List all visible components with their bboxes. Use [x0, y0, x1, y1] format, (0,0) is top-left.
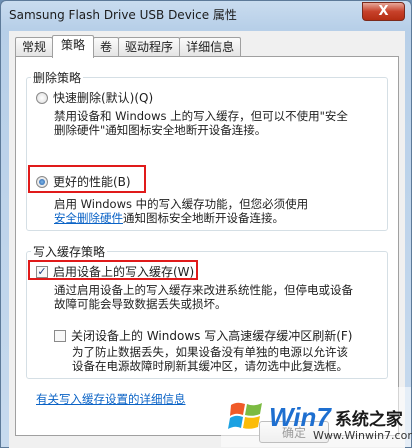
write-cache-policy-legend: 写入缓存策略: [33, 245, 106, 259]
tab-strip: 常规 策略 卷 驱动程序 详细信息: [15, 35, 242, 58]
enable-write-cache-label: 启用设备上的写入缓存(W): [53, 265, 195, 279]
site-watermark: Win7 系统之家 Www.Winwin7.com: [221, 387, 412, 447]
better-performance-description: 启用 Windows 中的写入缓存功能，但您必须使用 安全删除硬件通知图标安全地…: [54, 197, 394, 225]
properties-window: Samsung Flash Drive USB Device 属性 X 常规 策…: [0, 0, 412, 448]
enable-write-cache-desc-line2: 故障可能会导致数据丢失或损坏。: [54, 297, 227, 311]
tab-general[interactable]: 常规: [15, 37, 54, 57]
watermark-site-name: 系统之家: [334, 409, 403, 430]
enable-write-cache-option[interactable]: ✓ 启用设备上的写入缓存(W): [36, 263, 194, 280]
better-performance-label: 更好的性能(B): [53, 175, 131, 189]
tab-volume[interactable]: 卷: [93, 37, 120, 57]
quick-removal-description: 禁用设备和 Windows 上的写入缓存，但可以不使用"安全 删除硬件"通知图标…: [54, 109, 394, 137]
dialog-client-area: 常规 策略 卷 驱动程序 详细信息 删除策略 快速删除(默认)(Q) 禁用设备和…: [9, 31, 405, 448]
quick-removal-option[interactable]: 快速删除(默认)(Q): [36, 89, 153, 106]
better-performance-radio[interactable]: [36, 175, 48, 188]
windows-logo-icon: [227, 397, 267, 437]
removal-policy-legend: 删除策略: [33, 71, 82, 85]
tab-details[interactable]: 详细信息: [179, 37, 242, 57]
close-button[interactable]: X: [362, 2, 405, 21]
better-performance-desc-line2: 安全删除硬件通知图标安全地断开设备连接。: [54, 211, 394, 225]
enable-write-cache-desc-line1: 通过启用设备上的写入缓存来改进系统性能，但停电或设备: [54, 283, 353, 297]
watermark-brand: Win7: [269, 401, 331, 432]
better-performance-option[interactable]: 更好的性能(B): [36, 173, 131, 190]
disable-flush-option[interactable]: 关闭设备上的 Windows 写入高速缓存缓冲区刷新(F): [54, 327, 352, 344]
quick-removal-radio[interactable]: [36, 91, 48, 104]
safely-remove-hardware-link[interactable]: 安全删除硬件: [54, 211, 123, 225]
tab-policies[interactable]: 策略: [52, 35, 95, 58]
better-performance-desc-line1: 启用 Windows 中的写入缓存功能，但您必须使用: [54, 197, 309, 211]
disable-flush-desc-line1: 为了防止数据丢失，如果设备没有单独的电源以允许该: [72, 345, 348, 359]
quick-removal-desc-line2: 删除硬件"通知图标安全地断开设备连接。: [54, 123, 267, 137]
disable-flush-checkbox[interactable]: [54, 329, 66, 342]
better-performance-desc-tail: 通知图标安全地断开设备连接。: [123, 211, 284, 225]
write-cache-help-link[interactable]: 有关写入缓存设置的详细信息: [36, 391, 186, 407]
window-title: Samsung Flash Drive USB Device 属性: [9, 7, 237, 22]
enable-write-cache-description: 通过启用设备上的写入缓存来改进系统性能，但停电或设备 故障可能会导致数据丢失或损…: [54, 283, 394, 311]
enable-write-cache-checkbox[interactable]: ✓: [36, 265, 48, 278]
disable-flush-description: 为了防止数据丢失，如果设备没有单独的电源以允许该 设备在电源故障时刷新其缓冲区，…: [72, 345, 394, 373]
quick-removal-label: 快速删除(默认)(Q): [53, 91, 154, 105]
policies-panel: 删除策略 快速删除(默认)(Q) 禁用设备和 Windows 上的写入缓存，但可…: [15, 56, 399, 436]
watermark-url: Www.Winwin7.com: [313, 429, 412, 442]
tab-driver[interactable]: 驱动程序: [118, 37, 181, 57]
close-icon: X: [378, 4, 389, 19]
quick-removal-desc-line1: 禁用设备和 Windows 上的写入缓存，但可以不使用"安全: [54, 109, 348, 123]
disable-flush-label: 关闭设备上的 Windows 写入高速缓存缓冲区刷新(F): [71, 329, 353, 343]
title-bar[interactable]: Samsung Flash Drive USB Device 属性 X: [1, 1, 411, 27]
disable-flush-desc-line2: 设备在电源故障时刷新其缓冲区，请勿选中此复选框。: [72, 359, 348, 373]
